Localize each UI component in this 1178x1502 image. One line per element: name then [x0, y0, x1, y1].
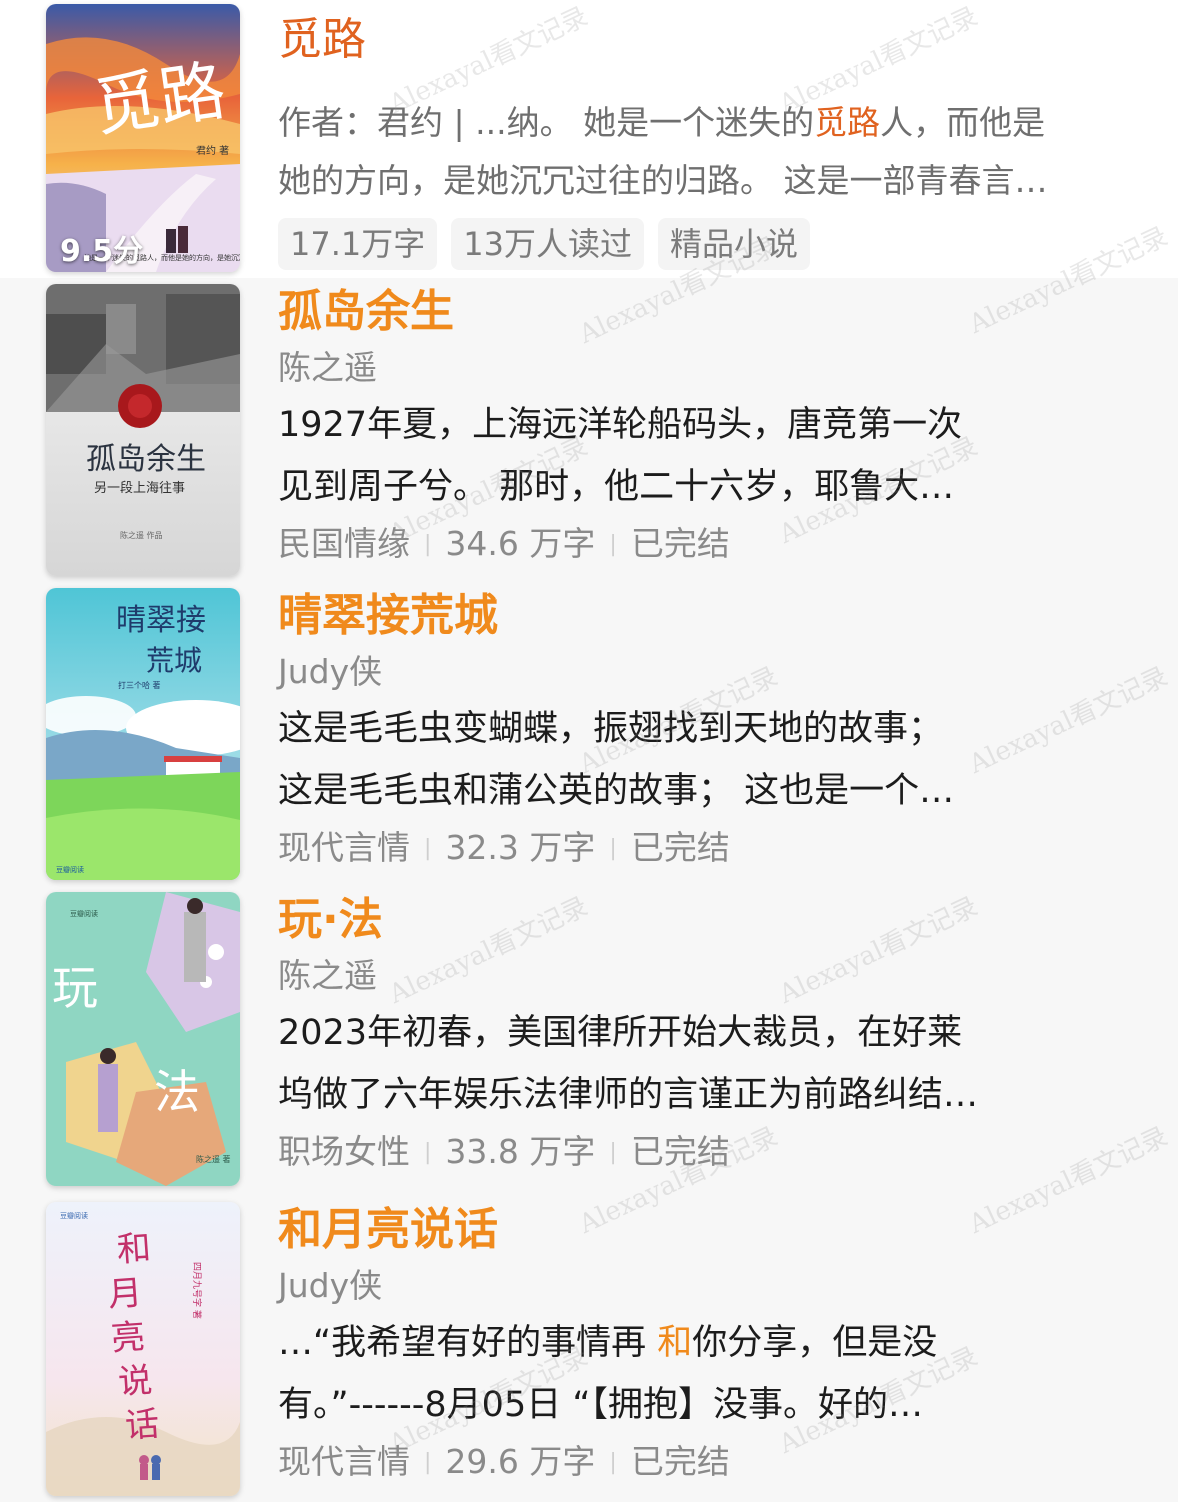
svg-text:陈之遥 著: 陈之遥 著: [196, 1154, 231, 1164]
book-info: 玩·法 陈之遥 2023年初春，美国律所开始大裁员，在好莱 坞做了六年娱乐法律师…: [278, 892, 1138, 1175]
svg-text:豆瓣阅读: 豆瓣阅读: [56, 865, 84, 874]
book-title[interactable]: 孤岛余生: [278, 284, 1138, 340]
cover-title: 玩: [52, 961, 98, 1015]
book-description-line: 这是毛毛虫变蝴蝶，振翅找到天地的故事；: [278, 709, 944, 749]
tag-word-count: 17.1万字: [278, 218, 438, 270]
book-author[interactable]: 陈之遥: [278, 346, 1138, 390]
book-item-heyueliangshuohua[interactable]: 和 月 亮 说 话 四月九号字 著 豆瓣阅读 和月亮说话 Judy侠 …“我希望…: [0, 1196, 1178, 1502]
svg-text:豆瓣阅读: 豆瓣阅读: [70, 909, 98, 918]
tag-readers: 13万人读过: [451, 218, 644, 270]
rating-badge: 9.5分: [60, 234, 144, 269]
cover-title: 孤岛余生: [86, 442, 206, 477]
svg-text:打三个哈 著: 打三个哈 著: [118, 680, 161, 690]
book-genre: 民国情缘: [278, 524, 410, 563]
book-cover[interactable]: 孤岛余生 另一段上海往事 陈之遥 作品: [46, 284, 240, 576]
book-author[interactable]: Judy侠: [278, 1264, 1138, 1308]
book-status: 已完结: [630, 1442, 730, 1481]
book-description-line: 作者：君约 | ...纳。 她是一个迷失的觅路人，而他是: [278, 103, 1046, 142]
book-description-line: 有。”------8月05日 “【拥抱】没事。好的…: [278, 1385, 923, 1425]
book-description-line: 她的方向，是她沉冗过往的归路。 这是一部青春言…: [278, 161, 1048, 200]
book-item-qingcuijiehuangcheng[interactable]: 晴翠接 荒城 打三个哈 著 豆瓣阅读 晴翠接荒城 Judy侠 这是毛毛虫变蝴蝶，…: [0, 582, 1178, 886]
book-genre: 职场女性: [278, 1132, 410, 1171]
book-item-wanfa[interactable]: 玩 法 陈之遥 著 豆瓣阅读 玩·法 陈之遥 2023年初春，美国律所开始大裁员…: [0, 886, 1178, 1192]
svg-text:陈之遥 作品: 陈之遥 作品: [120, 530, 163, 540]
svg-text:君约 著: 君约 著: [196, 144, 229, 157]
svg-text:豆瓣阅读: 豆瓣阅读: [60, 1211, 88, 1220]
book-info: 和月亮说话 Judy侠 …“我希望有好的事情再 和你分享，但是没 有。”----…: [278, 1202, 1138, 1485]
book-item-milu[interactable]: 觅路 君约 著 她是一个迷失的觅路人，而他是她的方向，是她沉冗过往的归路。 9.…: [0, 0, 1178, 278]
book-description-line: 2023年初春，美国律所开始大裁员，在好莱: [278, 1013, 963, 1053]
book-description-line: 1927年夏，上海远洋轮船码头，唐竞第一次: [278, 405, 963, 445]
book-title[interactable]: 觅路: [278, 12, 1138, 68]
book-word-count: 33.8 万字: [445, 1132, 596, 1171]
book-tags: 17.1万字 13万人读过 精品小说: [278, 218, 1138, 270]
book-meta: 现代言情 | 29.6 万字 | 已完结: [278, 1442, 730, 1481]
book-item-gudaoyusheng[interactable]: 孤岛余生 另一段上海往事 陈之遥 作品 孤岛余生 陈之遥 1927年夏，上海远洋…: [0, 278, 1178, 582]
book-author[interactable]: 陈之遥: [278, 954, 1138, 998]
book-status: 已完结: [630, 1132, 730, 1171]
tag-category[interactable]: 精品小说: [658, 218, 811, 270]
book-title[interactable]: 晴翠接荒城: [278, 588, 1138, 644]
book-genre: 现代言情: [278, 1442, 410, 1481]
book-word-count: 29.6 万字: [445, 1442, 596, 1481]
svg-text:另一段上海往事: 另一段上海往事: [94, 481, 185, 496]
keyword-highlight: 和: [657, 1323, 693, 1363]
book-meta: 民国情缘 | 34.6 万字 | 已完结: [278, 524, 730, 563]
book-meta: 职场女性 | 33.8 万字 | 已完结: [278, 1132, 730, 1171]
book-title[interactable]: 玩·法: [278, 892, 1138, 948]
book-word-count: 34.6 万字: [445, 524, 596, 563]
book-cover[interactable]: 觅路 君约 著 她是一个迷失的觅路人，而他是她的方向，是她沉冗过往的归路。 9.…: [46, 4, 240, 272]
book-description-line: 这是毛毛虫和蒲公英的故事； 这也是一个…: [278, 771, 955, 811]
book-status: 已完结: [630, 828, 730, 867]
svg-text:四月九号字 著: 四月九号字 著: [191, 1262, 203, 1319]
book-author[interactable]: Judy侠: [278, 650, 1138, 694]
book-description-line: …“我希望有好的事情再 和你分享，但是没: [278, 1323, 938, 1363]
svg-text:法: 法: [154, 1065, 200, 1119]
book-cover[interactable]: 玩 法 陈之遥 著 豆瓣阅读: [46, 892, 240, 1186]
book-info: 晴翠接荒城 Judy侠 这是毛毛虫变蝴蝶，振翅找到天地的故事； 这是毛毛虫和蒲公…: [278, 588, 1138, 871]
book-description-line: 坞做了六年娱乐法律师的言谨正为前路纠结…: [278, 1075, 979, 1115]
book-cover[interactable]: 晴翠接 荒城 打三个哈 著 豆瓣阅读: [46, 588, 240, 880]
book-meta: 现代言情 | 32.3 万字 | 已完结: [278, 828, 730, 867]
book-info: 孤岛余生 陈之遥 1927年夏，上海远洋轮船码头，唐竞第一次 见到周子兮。 那时…: [278, 284, 1138, 567]
cover-title: 晴翠接: [116, 603, 206, 638]
book-word-count: 32.3 万字: [445, 828, 596, 867]
book-description-line: 见到周子兮。 那时，他二十六岁，耶鲁大…: [278, 467, 955, 507]
book-info: 觅路 作者：君约 | ...纳。 她是一个迷失的觅路人，而他是 她的方向，是她沉…: [278, 12, 1138, 270]
book-genre: 现代言情: [278, 828, 410, 867]
book-title[interactable]: 和月亮说话: [278, 1202, 1138, 1258]
svg-text:荒城: 荒城: [146, 644, 202, 677]
book-cover[interactable]: 和 月 亮 说 话 四月九号字 著 豆瓣阅读: [46, 1202, 240, 1496]
book-status: 已完结: [630, 524, 730, 563]
keyword-highlight: 觅路: [814, 103, 881, 142]
